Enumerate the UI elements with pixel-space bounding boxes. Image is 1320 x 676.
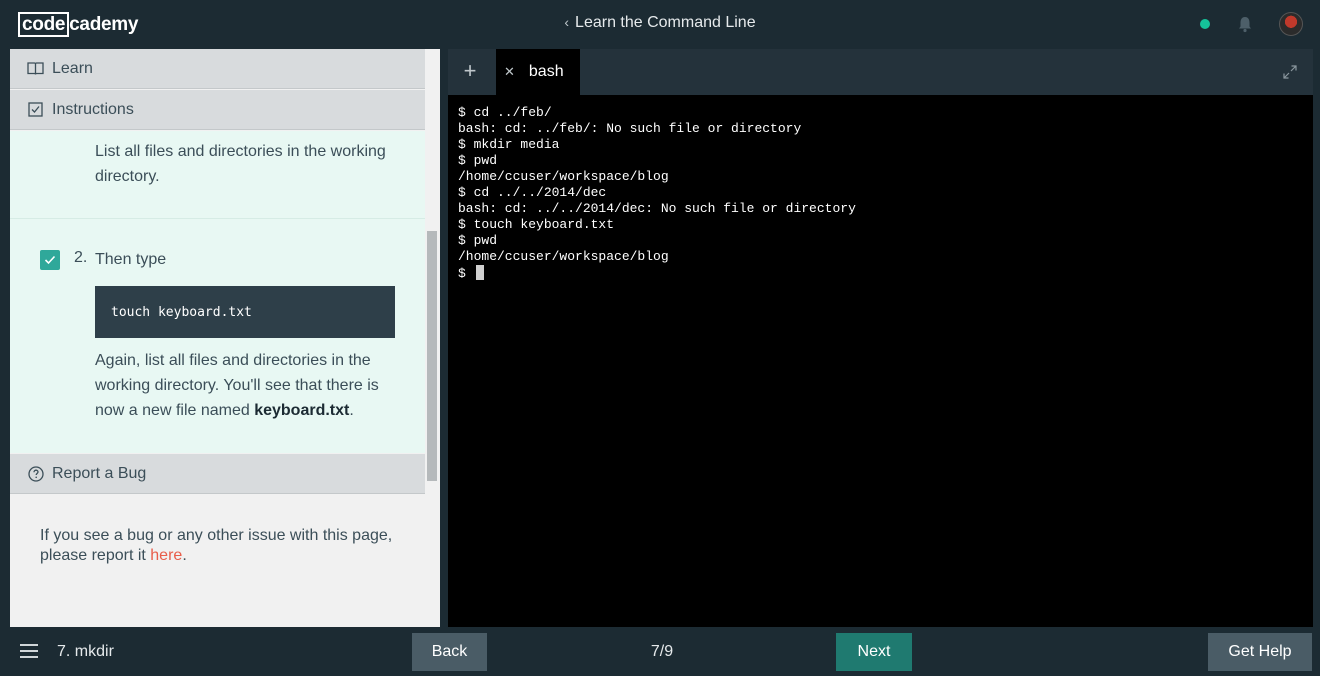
terminal-line: $ pwd bbox=[458, 233, 498, 248]
scrollbar[interactable] bbox=[427, 231, 437, 481]
report-bug-label: Report a Bug bbox=[52, 464, 147, 482]
terminal-line: bash: cd: ../../2014/dec: No such file o… bbox=[458, 201, 856, 216]
check-icon bbox=[44, 255, 56, 265]
expand-icon[interactable] bbox=[1283, 65, 1297, 79]
terminal-cursor bbox=[475, 265, 484, 280]
learn-label: Learn bbox=[52, 59, 93, 77]
page-count: 7/9 bbox=[650, 643, 674, 660]
step-2-checkbox[interactable] bbox=[40, 250, 60, 270]
add-tab-button[interactable]: + bbox=[460, 60, 480, 82]
bug-report-text: If you see a bug or any other issue with… bbox=[40, 526, 410, 566]
report-link[interactable]: here bbox=[150, 547, 182, 564]
terminal-line: $ touch keyboard.txt bbox=[458, 217, 615, 232]
step-2-details-suffix: . bbox=[349, 402, 354, 419]
menu-icon[interactable] bbox=[20, 644, 38, 658]
close-icon[interactable]: ✕ bbox=[504, 64, 515, 80]
code-snippet: touch keyboard.txt bbox=[95, 286, 395, 338]
divider bbox=[10, 218, 425, 219]
terminal-line: /home/ccuser/workspace/blog bbox=[458, 169, 669, 184]
get-help-button[interactable]: Get Help bbox=[1208, 633, 1312, 671]
terminal-line: $ cd ../feb/ bbox=[458, 105, 552, 120]
step-1-text: List all files and directories in the wo… bbox=[95, 143, 386, 185]
terminal-line: $ pwd bbox=[458, 153, 498, 168]
top-header: code cademy ‹ Learn the Command Line bbox=[0, 0, 1320, 49]
tab-bash-label: bash bbox=[528, 63, 564, 80]
instructions-label: Instructions bbox=[52, 100, 134, 118]
terminal-prompt-line[interactable]: $ bbox=[458, 265, 1303, 281]
step-2-text: Then type bbox=[95, 251, 167, 268]
avatar[interactable] bbox=[1279, 12, 1303, 36]
terminal-prompt: $ bbox=[458, 266, 474, 281]
book-icon bbox=[27, 60, 44, 77]
back-button[interactable]: Back bbox=[412, 633, 487, 671]
bug-text-suffix: . bbox=[182, 547, 187, 564]
report-bug-header[interactable]: Report a Bug bbox=[10, 454, 425, 494]
course-title-label: Learn the Command Line bbox=[575, 14, 756, 31]
step-2-details: Again, list all files and directories in… bbox=[95, 348, 395, 423]
lesson-panel: Learn Instructions List all files and di… bbox=[10, 49, 440, 627]
next-button[interactable]: Next bbox=[836, 633, 912, 671]
status-indicator bbox=[1200, 19, 1210, 29]
instructions-section-header[interactable]: Instructions bbox=[10, 90, 425, 130]
chevron-left-icon: ‹ bbox=[564, 14, 570, 30]
tab-bash[interactable]: ✕ bash bbox=[496, 49, 580, 95]
terminal-tab-bar: + ✕ bash bbox=[448, 49, 1313, 95]
instructions-body: List all files and directories in the wo… bbox=[10, 131, 425, 453]
course-title[interactable]: ‹ Learn the Command Line bbox=[0, 14, 1320, 32]
bug-text: If you see a bug or any other issue with… bbox=[40, 527, 393, 564]
checkbox-icon bbox=[27, 101, 44, 118]
terminal-line: $ cd ../../2014/dec bbox=[458, 185, 607, 200]
terminal-line: $ mkdir media bbox=[458, 137, 560, 152]
bottom-bar: 7. mkdir Back 7/9 Next Get Help bbox=[0, 627, 1320, 676]
terminal-line: /home/ccuser/workspace/blog bbox=[458, 249, 669, 264]
terminal-output[interactable]: $ cd ../feb/ bash: cd: ../feb/: No such … bbox=[448, 95, 1313, 627]
file-name: keyboard.txt bbox=[254, 402, 350, 419]
step-2-number: 2. bbox=[74, 249, 88, 266]
bell-icon[interactable] bbox=[1236, 15, 1254, 33]
terminal-line: bash: cd: ../feb/: No such file or direc… bbox=[458, 121, 802, 136]
learn-section-header[interactable]: Learn bbox=[10, 49, 425, 89]
question-circle-icon bbox=[27, 465, 44, 482]
lesson-label[interactable]: 7. mkdir bbox=[57, 643, 114, 661]
